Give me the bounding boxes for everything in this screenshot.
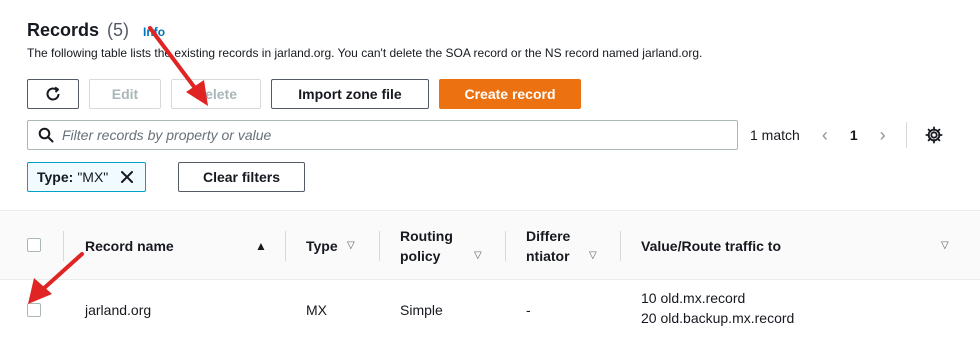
column-divider	[285, 231, 286, 261]
records-header: Records (5) Info	[27, 20, 165, 41]
label-line: Differe	[526, 228, 571, 244]
cell-value: 10 old.mx.record 20 old.backup.mx.record	[641, 288, 794, 328]
value-line: 10 old.mx.record	[641, 290, 746, 306]
create-record-button[interactable]: Create record	[439, 79, 581, 109]
toolbar: Edit Delete Import zone file Create reco…	[27, 79, 581, 109]
chevron-right-icon[interactable]: ›	[880, 125, 886, 146]
sort-icon[interactable]: ▽	[474, 250, 482, 261]
records-table: Record name ▲ Type ▽ Routing policy ▽ Dif…	[0, 210, 980, 340]
search-placeholder: Filter records by property or value	[62, 127, 272, 143]
column-divider	[620, 231, 621, 261]
column-label: Record name	[85, 238, 174, 254]
page-number[interactable]: 1	[850, 127, 858, 143]
filter-token-value: "MX"	[77, 169, 109, 185]
sort-ascending-icon[interactable]: ▲	[255, 239, 267, 253]
gear-icon[interactable]	[925, 126, 943, 144]
delete-button[interactable]: Delete	[171, 79, 261, 109]
column-label: Type	[306, 238, 338, 254]
match-count: 1 match	[750, 127, 800, 143]
cell-record-name: jarland.org	[85, 302, 152, 318]
records-panel: Records (5) Info The following table lis…	[0, 0, 980, 340]
records-description: The following table lists the existing r…	[27, 46, 703, 60]
column-label: Value/Route traffic to	[641, 238, 782, 254]
column-divider	[379, 231, 380, 261]
label-line: Routing	[400, 228, 453, 244]
page-title: Records	[27, 20, 100, 40]
type-filter-token: Type: "MX"	[27, 162, 146, 192]
pagination: 1 match ‹ 1 ›	[750, 120, 943, 150]
table-header: Record name ▲ Type ▽ Routing policy ▽ Dif…	[0, 210, 980, 280]
column-label: Routing policy	[400, 226, 453, 266]
refresh-button[interactable]	[27, 79, 79, 109]
chevron-left-icon[interactable]: ‹	[822, 125, 828, 146]
info-link[interactable]: Info	[143, 25, 165, 39]
cell-routing-policy: Simple	[400, 302, 443, 318]
sort-icon[interactable]: ▽	[347, 240, 355, 251]
label-line: policy	[400, 248, 441, 264]
column-record-name[interactable]: Record name	[85, 211, 174, 281]
search-input[interactable]: Filter records by property or value	[27, 120, 738, 150]
clear-filters-button[interactable]: Clear filters	[178, 162, 305, 192]
column-differentiator[interactable]: Differe ntiator	[526, 211, 570, 281]
table-row[interactable]: jarland.org MX Simple - 10 old.mx.record…	[0, 281, 980, 340]
column-value[interactable]: Value/Route traffic to	[641, 211, 781, 281]
divider	[905, 122, 907, 148]
column-divider	[63, 231, 64, 261]
refresh-icon	[46, 86, 60, 101]
edit-button[interactable]: Edit	[89, 79, 161, 109]
cell-differentiator: -	[526, 302, 531, 318]
row-checkbox[interactable]	[27, 303, 41, 317]
import-zone-file-button[interactable]: Import zone file	[271, 79, 429, 109]
select-all-checkbox[interactable]	[27, 238, 41, 252]
close-icon[interactable]	[119, 169, 135, 185]
search-icon	[38, 127, 54, 143]
cell-type: MX	[306, 302, 327, 318]
value-line: 20 old.backup.mx.record	[641, 310, 795, 326]
sort-icon[interactable]: ▽	[589, 250, 597, 261]
label-line: ntiator	[526, 248, 570, 264]
filter-token-key: Type:	[37, 169, 74, 185]
column-type[interactable]: Type	[306, 211, 338, 281]
column-routing-policy[interactable]: Routing policy	[400, 211, 453, 281]
column-divider	[505, 231, 506, 261]
records-count: (5)	[107, 20, 130, 40]
column-label: Differe ntiator	[526, 226, 570, 266]
sort-icon[interactable]: ▽	[941, 240, 949, 251]
